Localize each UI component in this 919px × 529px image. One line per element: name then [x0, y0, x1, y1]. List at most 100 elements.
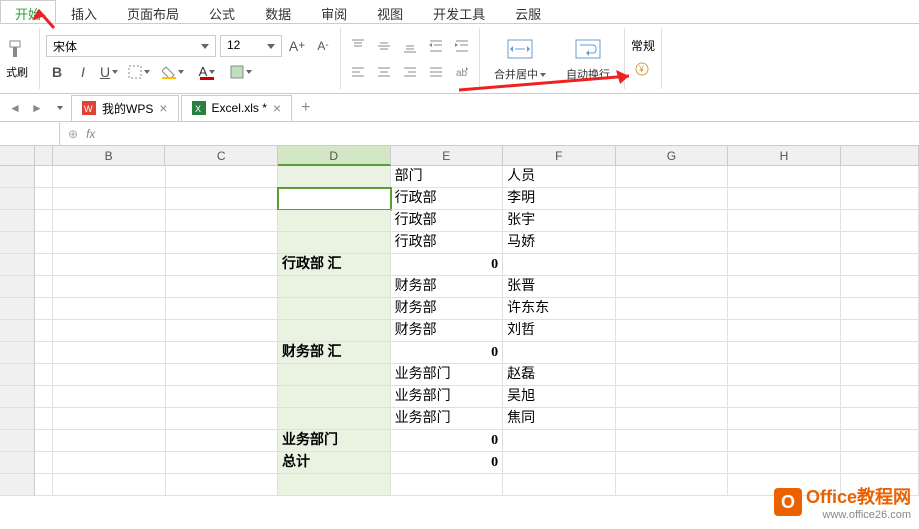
menu-tab-view[interactable]: 视图 [362, 0, 418, 23]
cell[interactable] [728, 364, 841, 386]
row-header[interactable] [0, 430, 35, 452]
cell[interactable] [278, 364, 391, 386]
align-bottom-icon[interactable] [399, 35, 421, 57]
orientation-icon[interactable]: ab [451, 61, 473, 83]
cell[interactable] [53, 232, 166, 254]
cell[interactable] [503, 474, 616, 496]
cell[interactable] [53, 386, 166, 408]
cell[interactable]: 行政部 [391, 232, 504, 254]
col-header[interactable] [35, 146, 53, 166]
cell[interactable] [53, 320, 166, 342]
cell[interactable] [278, 386, 391, 408]
col-header-i[interactable] [841, 146, 919, 166]
cell[interactable] [728, 386, 841, 408]
cell[interactable] [616, 232, 729, 254]
cell[interactable] [278, 166, 391, 188]
cell[interactable] [166, 188, 279, 210]
row-header[interactable] [0, 232, 35, 254]
cell[interactable] [166, 320, 279, 342]
cell[interactable] [278, 408, 391, 430]
cell[interactable] [166, 210, 279, 232]
cell[interactable] [278, 232, 391, 254]
menu-tab-start[interactable]: 开始 [0, 0, 56, 23]
cell[interactable] [728, 232, 841, 254]
cell[interactable] [166, 430, 279, 452]
row-header[interactable] [0, 408, 35, 430]
cell[interactable] [728, 342, 841, 364]
cell[interactable] [503, 342, 616, 364]
merge-center-button[interactable]: 合并居中 [486, 28, 554, 89]
select-all-corner[interactable] [0, 146, 35, 166]
cell[interactable] [166, 254, 279, 276]
nav-forward-icon[interactable]: ► [26, 97, 48, 119]
menu-tab-review[interactable]: 审阅 [306, 0, 362, 23]
cell[interactable]: 业务部门 [391, 386, 504, 408]
col-header-e[interactable]: E [391, 146, 504, 166]
cell[interactable] [35, 320, 53, 342]
cell[interactable]: 行政部 汇 [278, 254, 391, 276]
font-color-button[interactable]: A [192, 61, 222, 83]
cell[interactable]: 张宇 [503, 210, 616, 232]
row-header[interactable] [0, 474, 35, 496]
cell[interactable]: 财务部 汇 [278, 342, 391, 364]
cell[interactable] [616, 254, 729, 276]
cell[interactable]: 刘哲 [503, 320, 616, 342]
format-label[interactable]: 常规 [631, 37, 655, 54]
menu-tab-insert[interactable]: 插入 [56, 0, 112, 23]
indent-increase-icon[interactable] [451, 35, 473, 57]
cell[interactable] [728, 430, 841, 452]
cell[interactable] [35, 166, 53, 188]
cell[interactable]: 马娇 [503, 232, 616, 254]
cell[interactable]: 吴旭 [503, 386, 616, 408]
cell[interactable] [35, 430, 53, 452]
cell[interactable] [278, 298, 391, 320]
cell[interactable] [841, 188, 919, 210]
row-header[interactable] [0, 276, 35, 298]
cell[interactable]: 行政部 [391, 188, 504, 210]
row-header[interactable] [0, 364, 35, 386]
cell[interactable] [503, 254, 616, 276]
cell[interactable] [728, 298, 841, 320]
italic-button[interactable]: I [72, 61, 94, 83]
cell[interactable]: 张晋 [503, 276, 616, 298]
cell[interactable] [728, 188, 841, 210]
cell[interactable] [503, 430, 616, 452]
cell[interactable] [53, 166, 166, 188]
cell[interactable] [616, 188, 729, 210]
cell[interactable] [53, 408, 166, 430]
cell[interactable] [728, 452, 841, 474]
align-left-icon[interactable] [347, 61, 369, 83]
cell[interactable]: 0 [391, 342, 504, 364]
cell[interactable] [728, 276, 841, 298]
cell[interactable] [53, 254, 166, 276]
align-top-icon[interactable] [347, 35, 369, 57]
cell[interactable] [53, 430, 166, 452]
cell-style-button[interactable] [226, 61, 256, 83]
cell[interactable] [53, 188, 166, 210]
cell[interactable]: 财务部 [391, 320, 504, 342]
cell[interactable] [35, 342, 53, 364]
cell[interactable] [53, 364, 166, 386]
cell[interactable] [616, 452, 729, 474]
cell[interactable]: 业务部门 [278, 430, 391, 452]
cell[interactable] [53, 210, 166, 232]
cell[interactable] [278, 188, 391, 210]
cell[interactable] [616, 474, 729, 496]
cell[interactable] [35, 232, 53, 254]
cell[interactable] [616, 166, 729, 188]
doc-tab-wps[interactable]: W 我的WPS × [71, 95, 179, 121]
cell[interactable] [278, 276, 391, 298]
cell[interactable] [53, 298, 166, 320]
nav-back-icon[interactable]: ◄ [4, 97, 26, 119]
cell[interactable] [166, 386, 279, 408]
cell[interactable] [503, 452, 616, 474]
cell[interactable] [35, 276, 53, 298]
font-increase-icon[interactable]: A+ [286, 35, 308, 57]
col-header-b[interactable]: B [53, 146, 166, 166]
cell[interactable] [166, 364, 279, 386]
cell[interactable] [53, 452, 166, 474]
cell[interactable] [841, 342, 919, 364]
cell[interactable] [35, 254, 53, 276]
row-header[interactable] [0, 342, 35, 364]
cell[interactable] [841, 364, 919, 386]
